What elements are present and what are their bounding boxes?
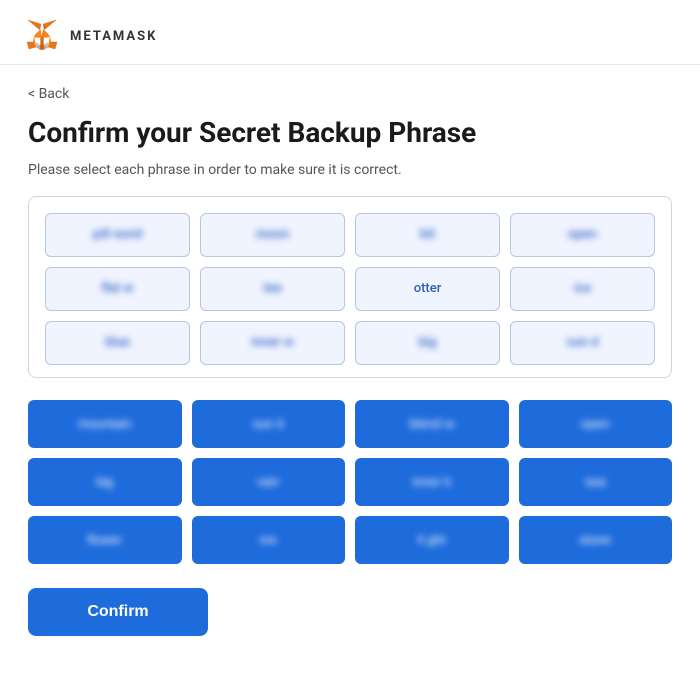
word-btn-6[interactable]: rain — [192, 458, 346, 506]
word-btn-7-text: inner k — [412, 474, 451, 489]
word-btn-3-text: blend w — [409, 416, 454, 431]
phrase-slot-4[interactable]: open — [510, 213, 655, 257]
phrase-slot-10-text: inner w — [251, 335, 293, 350]
phrase-slot-11[interactable]: big — [355, 321, 500, 365]
word-btn-1[interactable]: mountain — [28, 400, 182, 448]
metamask-logo-icon — [24, 18, 60, 54]
page-subtitle: Please select each phrase in order to ma… — [28, 162, 672, 178]
phrase-slot-9[interactable]: blue — [45, 321, 190, 365]
phrase-slot-8-text: ice — [574, 281, 591, 296]
word-btn-9[interactable]: flower — [28, 516, 182, 564]
app-logo-text: METAMASK — [70, 29, 157, 44]
word-btn-11-text: li ght — [418, 532, 445, 547]
phrase-slot-12-text: sun d — [567, 335, 599, 350]
word-btn-12[interactable]: stone — [519, 516, 673, 564]
word-bank-grid: mountain sun it blend w open big rain in… — [28, 400, 672, 564]
phrase-slot-2-text: moon — [256, 227, 289, 242]
word-btn-2-text: sun it — [253, 416, 284, 431]
main-content: < Back Confirm your Secret Backup Phrase… — [0, 65, 700, 660]
phrase-slot-3[interactable]: bit — [355, 213, 500, 257]
confirm-button[interactable]: Confirm — [28, 588, 208, 636]
word-btn-3[interactable]: blend w — [355, 400, 509, 448]
app-header: METAMASK — [0, 0, 700, 65]
word-btn-1-text: mountain — [78, 416, 131, 431]
word-btn-9-text: flower — [87, 532, 122, 547]
phrase-slots-grid: pill word moon bit open flat w tea otter… — [45, 213, 655, 365]
word-btn-11[interactable]: li ght — [355, 516, 509, 564]
phrase-slot-8[interactable]: ice — [510, 267, 655, 311]
phrase-slot-12[interactable]: sun d — [510, 321, 655, 365]
phrase-slot-11-text: big — [419, 335, 437, 350]
phrase-slot-6[interactable]: tea — [200, 267, 345, 311]
phrase-slot-9-text: blue — [105, 335, 130, 350]
phrase-slot-2[interactable]: moon — [200, 213, 345, 257]
phrase-drop-area: pill word moon bit open flat w tea otter… — [28, 196, 672, 378]
word-btn-10-text: ice — [260, 532, 277, 547]
phrase-slot-7-text: otter — [414, 281, 442, 296]
word-btn-4[interactable]: open — [519, 400, 673, 448]
word-btn-10[interactable]: ice — [192, 516, 346, 564]
phrase-slot-6-text: tea — [263, 281, 281, 296]
back-button[interactable]: < Back — [28, 86, 69, 102]
phrase-slot-5[interactable]: flat w — [45, 267, 190, 311]
word-btn-8-text: sea — [585, 474, 606, 489]
phrase-slot-7[interactable]: otter — [355, 267, 500, 311]
word-btn-7[interactable]: inner k — [355, 458, 509, 506]
word-btn-2[interactable]: sun it — [192, 400, 346, 448]
word-btn-8[interactable]: sea — [519, 458, 673, 506]
phrase-slot-1[interactable]: pill word — [45, 213, 190, 257]
phrase-slot-1-text: pill word — [93, 227, 142, 242]
word-btn-5[interactable]: big — [28, 458, 182, 506]
phrase-slot-3-text: bit — [420, 227, 435, 242]
word-btn-4-text: open — [581, 416, 610, 431]
word-btn-6-text: rain — [257, 474, 279, 489]
phrase-slot-10[interactable]: inner w — [200, 321, 345, 365]
phrase-slot-4-text: open — [568, 227, 597, 242]
phrase-slot-5-text: flat w — [102, 281, 134, 296]
word-btn-12-text: stone — [579, 532, 611, 547]
word-btn-5-text: big — [96, 474, 113, 489]
page-title: Confirm your Secret Backup Phrase — [28, 116, 672, 150]
